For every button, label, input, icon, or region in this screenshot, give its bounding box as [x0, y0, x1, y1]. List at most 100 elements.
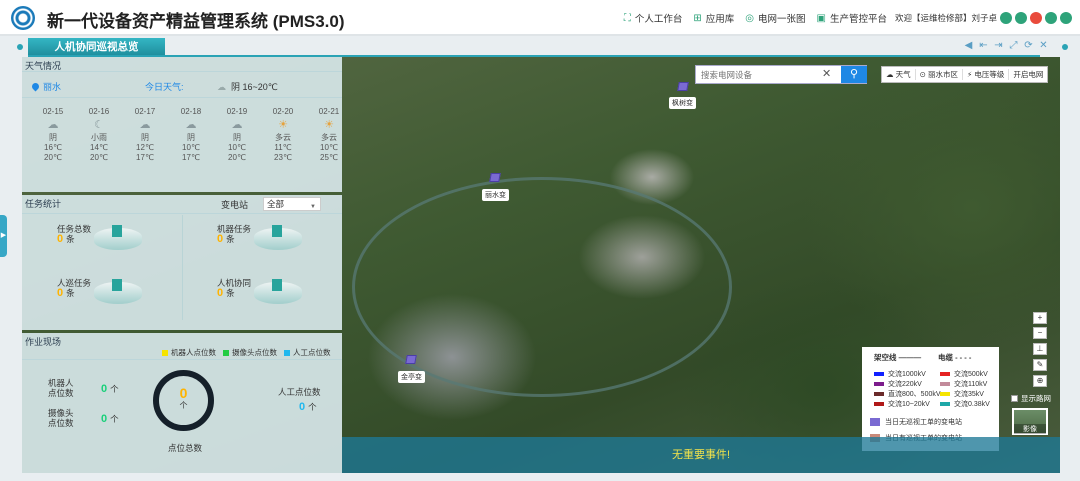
panel-title: 作业现场 [25, 337, 62, 347]
area-tool[interactable]: ⊙ 丽水市区 [916, 69, 963, 80]
substation-select[interactable]: 全部 ▼ [263, 197, 321, 211]
locate-button[interactable]: ⊥ [1033, 343, 1047, 355]
substation-label[interactable]: 丽水变 [482, 189, 509, 201]
location[interactable]: 丽水 [30, 80, 61, 93]
total-points-label: 点位总数 [168, 443, 203, 453]
refresh-icon[interactable]: ⟳ [1022, 40, 1035, 53]
cloud-icon: ☁ [139, 119, 151, 131]
forecast-list: 02-15 ☁ 阴 16℃ 20℃ 02-16 ☾ 小雨 14℃ 20℃ 02-17 ☁ 阴 12℃ 1… [30, 107, 352, 163]
camera-points-label: 摄像头 点位数 [48, 408, 74, 428]
pedestal-icon [254, 279, 302, 304]
top-nav: ⛶ 个人工作台 ⊞ 应用库 ◎ 电网一张图 ▣ 生产管控平台 欢迎【运维检修部】刘子卓 [613, 11, 1072, 25]
close-icon[interactable]: ✕ [1037, 40, 1050, 53]
zoom-out-button[interactable]: − [1033, 327, 1047, 339]
nav-production-control[interactable]: ▣ 生产管控平台 [816, 11, 887, 26]
today-weather: ☁ 阴 16~20℃ [217, 82, 278, 92]
nav-app-library[interactable]: ⊞ 应用库 [693, 11, 734, 26]
grid-toggle-tool[interactable]: 开启电网 [1009, 69, 1047, 80]
search-input[interactable] [696, 66, 820, 83]
weather-panel: 天气情况 丽水 今日天气: ☁ 阴 16~20℃ 02-15 ☁ 阴 16℃ 20℃ 02… [22, 57, 342, 192]
cloud-icon: ☁ [217, 82, 226, 92]
tab-patrol-overview[interactable]: 人机协同巡视总览 [28, 38, 165, 56]
settings-icon[interactable] [1045, 12, 1057, 24]
voltage-tool[interactable]: ⚡ 电压等级 [963, 69, 1010, 80]
robot-points-value: 0个 [101, 383, 119, 395]
zoom-in-button[interactable]: + [1033, 312, 1047, 324]
legend-cable: 电缆 - - - - [938, 353, 972, 362]
divider [22, 359, 342, 360]
map-search: ✕ ⚲ [695, 65, 867, 84]
pedestal-icon [254, 225, 302, 250]
stat-total-tasks: 任务总数 0 条 [44, 223, 174, 268]
nav-grid-map[interactable]: ◎ 电网一张图 [745, 11, 805, 26]
prev-icon[interactable]: ⇤ [977, 40, 990, 53]
weather-tool[interactable]: ☁ 天气 [882, 69, 916, 80]
pedestal-icon [94, 279, 142, 304]
app-title: 新一代设备资产精益管理系统 (PMS3.0) [47, 12, 345, 31]
map-frame: ✕ ⚲ ☁ 天气 ⊙ 丽水市区 ⚡ 电压等级 开启电网 枫树变 丽水变 金亭变 … [22, 57, 1060, 473]
notification-icon[interactable] [1030, 12, 1042, 24]
cloud-icon: ☁ [185, 119, 197, 131]
pin-icon [30, 81, 41, 92]
globe-icon: ◎ [745, 12, 754, 24]
divider [22, 213, 342, 214]
legend-robot: 机器人点位数 [162, 347, 216, 358]
checkbox-icon [1011, 395, 1018, 402]
work-legend: 机器人点位数 摄像头点位数 人工点位数 [162, 347, 338, 358]
grid-icon: ⊞ [693, 12, 702, 24]
nav-workbench[interactable]: ⛶ 个人工作台 [623, 11, 683, 26]
legend-row: 直流800、500kV [874, 389, 941, 399]
substation-label[interactable]: 枫树变 [669, 97, 696, 109]
search-icon[interactable]: ⚲ [841, 66, 867, 83]
forecast-day: 02-18 ☁ 阴 10℃ 17℃ [168, 107, 214, 163]
camera-points-value: 0个 [101, 413, 119, 425]
river [352, 177, 732, 397]
stat-collab-tasks: 人机协同 0 条 [204, 277, 334, 322]
forecast-day: 02-15 ☁ 阴 16℃ 20℃ [30, 107, 76, 163]
platform-icon: ▣ [816, 12, 826, 24]
moon-icon: ☾ [94, 119, 104, 131]
chevron-down-icon: ▼ [310, 204, 316, 210]
theme-icon[interactable] [1015, 12, 1027, 24]
substation-icon[interactable] [677, 82, 689, 91]
total-points-ring: 0个 [153, 370, 214, 431]
show-road-checkbox[interactable]: 显示路网 [1011, 393, 1051, 404]
work-site-panel: 作业现场 机器人点位数 摄像头点位数 人工点位数 机器人 点位数 0个 摄像头 … [22, 333, 342, 473]
imagery-toggle[interactable]: 影像 [1012, 408, 1048, 435]
today-label: 今日天气: [145, 82, 184, 92]
forecast-day: 02-16 ☾ 小雨 14℃ 20℃ [76, 107, 122, 163]
forecast-day: 02-21 ☀ 多云 10℃ 25℃ [306, 107, 352, 163]
next-icon[interactable]: ⇥ [992, 40, 1005, 53]
legend-overhead: 架空线 ——— [874, 353, 922, 362]
partly-cloudy-icon: ☀ [324, 119, 334, 131]
partly-cloudy-icon: ☀ [278, 119, 288, 131]
substation-label[interactable]: 金亭变 [398, 371, 425, 383]
draw-button[interactable]: ✎ [1033, 359, 1047, 371]
manual-points-value: 0个 [299, 401, 317, 413]
expand-handle[interactable]: ▶ [0, 215, 7, 257]
map-toolbar: ☁ 天气 ⊙ 丽水市区 ⚡ 电压等级 开启电网 [881, 66, 1049, 83]
welcome-text: 欢迎【运维检修部】刘子卓 [894, 13, 997, 23]
legend-row: 交流500kV [940, 369, 988, 379]
workbench-icon: ⛶ [623, 12, 631, 24]
power-icon[interactable] [1060, 12, 1072, 24]
forecast-day: 02-20 ☀ 多云 11℃ 23℃ [260, 107, 306, 163]
right-edge-bar [1060, 57, 1066, 473]
cloud-icon: ☁ [231, 119, 243, 131]
legend-row: 交流0.38kV [940, 399, 990, 409]
legend-row: 交流10~20kV [874, 399, 930, 409]
divider [22, 71, 342, 72]
fullscreen-icon[interactable]: ⤢ [1007, 40, 1020, 53]
user-icon[interactable] [1000, 12, 1012, 24]
back-icon[interactable]: ◀ [962, 40, 975, 53]
forecast-day: 02-19 ☁ 阴 10℃ 20℃ [214, 107, 260, 163]
clear-icon[interactable]: ✕ [822, 67, 831, 80]
substation-filter-label: 变电站 [221, 200, 249, 210]
legend-row: 交流220kV [874, 379, 922, 389]
substation-icon[interactable] [489, 173, 501, 182]
substation-icon[interactable] [405, 355, 417, 364]
app-header: 新一代设备资产精益管理系统 (PMS3.0) ⛶ 个人工作台 ⊞ 应用库 ◎ 电网一张… [0, 0, 1080, 36]
robot-points-label: 机器人 点位数 [48, 378, 74, 398]
legend-manual: 人工点位数 [284, 347, 331, 358]
target-button[interactable]: ⊕ [1033, 375, 1047, 387]
